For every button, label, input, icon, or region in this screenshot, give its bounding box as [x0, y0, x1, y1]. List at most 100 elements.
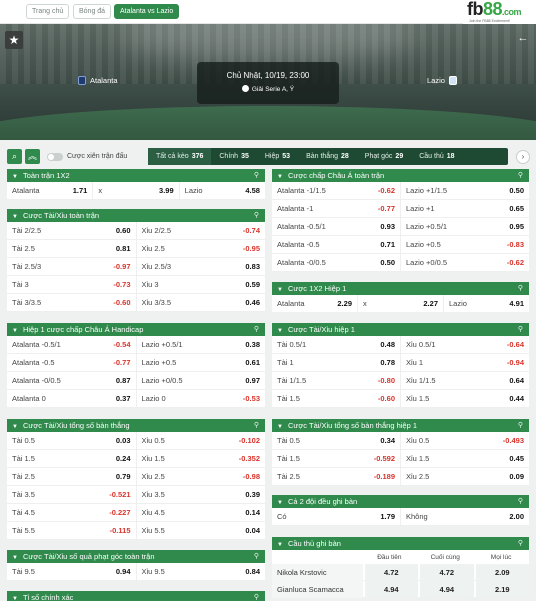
- tab-3[interactable]: Bàn thắng 28: [298, 148, 357, 165]
- odds-cell[interactable]: Atalanta -0.5 -0.77: [7, 353, 137, 372]
- odds-cell[interactable]: Xỉu 3.5 0.39: [137, 486, 266, 504]
- odds-cell[interactable]: Xỉu 1.5 0.45: [401, 450, 529, 468]
- odds-cell[interactable]: Tài 5.5 -0.115: [7, 521, 137, 540]
- odds-cell[interactable]: Tài 2.5 0.81: [7, 239, 137, 258]
- pin-icon[interactable]: ⚲: [518, 419, 523, 432]
- breadcrumb-home[interactable]: Trang chủ: [26, 4, 70, 19]
- odds-cell[interactable]: Lazio +0.5 0.61: [137, 354, 266, 372]
- odds-cell[interactable]: Tài 1.5 -0.60: [272, 389, 401, 408]
- odds-cell[interactable]: Atalanta 0 0.37: [7, 389, 137, 408]
- odds-cell[interactable]: 2.19: [475, 580, 530, 598]
- odds-cell[interactable]: Xỉu 0.5 -0.493: [401, 432, 529, 450]
- odds-cell[interactable]: Xỉu 1.5 0.44: [401, 390, 529, 408]
- odds-cell[interactable]: Tài 3 -0.73: [7, 275, 137, 294]
- collapse-arrow-icon[interactable]: ▼: [12, 552, 18, 565]
- odds-cell[interactable]: Tài 2.5 -0.189: [272, 467, 401, 486]
- odds-cell[interactable]: Xỉu 9.5 0.84: [137, 563, 266, 581]
- tab-4[interactable]: Phạt góc 29: [357, 148, 411, 165]
- panel-header[interactable]: ▼ Cược Tài/Xỉu toàn trận ⚲: [7, 209, 265, 222]
- breadcrumb-match[interactable]: Atalanta vs Lazio: [114, 4, 180, 19]
- panel-header[interactable]: ▼ Tỉ số chính xác ⚲: [7, 591, 265, 601]
- odds-cell[interactable]: Tài 1/1.5 -0.80: [272, 371, 401, 390]
- tab-2[interactable]: Hiệp 53: [257, 148, 298, 165]
- odds-cell[interactable]: Tài 1.5 -0.592: [272, 449, 401, 468]
- odds-cell[interactable]: Lazio +0.5/1 0.38: [137, 336, 266, 354]
- odds-cell[interactable]: Tài 1.5 0.24: [7, 449, 137, 468]
- odds-cell[interactable]: Atalanta -1 -0.77: [272, 199, 401, 218]
- odds-cell[interactable]: Tài 2.5/3 -0.97: [7, 257, 137, 276]
- parlay-toggle[interactable]: Cược xiên trận đấu: [47, 149, 127, 164]
- odds-cell[interactable]: Lazio 0 -0.53: [137, 390, 266, 408]
- panel-header[interactable]: ▼ Hiệp 1 cược chấp Châu Á Handicap ⚲: [7, 323, 265, 336]
- odds-cell[interactable]: Lazio +0/0.5 -0.62: [401, 254, 529, 272]
- collapse-arrow-icon[interactable]: ▼: [277, 325, 283, 338]
- odds-cell[interactable]: Lazio +0.5/1 0.95: [401, 218, 529, 236]
- odds-cell[interactable]: Lazio +1 0.65: [401, 200, 529, 218]
- odds-cell[interactable]: Tài 4.5 -0.227: [7, 503, 137, 522]
- toggle-switch[interactable]: [47, 152, 63, 161]
- collapse-arrow-icon[interactable]: ▼: [277, 497, 283, 510]
- odds-cell[interactable]: Xỉu 2.5 -0.95: [137, 240, 266, 258]
- collapse-arrow-icon[interactable]: ▼: [277, 421, 283, 434]
- odds-cell[interactable]: Atalanta 2.29: [272, 294, 358, 313]
- odds-cell[interactable]: Tài 2.5 0.79: [7, 467, 137, 486]
- collapse-all-icon[interactable]: ︽: [25, 149, 40, 164]
- odds-cell[interactable]: Xỉu 2.5 0.09: [401, 468, 529, 486]
- tab-1[interactable]: Chính 35: [211, 148, 256, 165]
- odds-cell[interactable]: Lazio 4.91: [444, 295, 529, 313]
- panel-header[interactable]: ▼ Toàn trận 1X2 ⚲: [7, 169, 265, 182]
- odds-cell[interactable]: Xỉu 5.5 0.04: [137, 522, 266, 540]
- odds-cell[interactable]: Xỉu 4.5 0.14: [137, 504, 266, 522]
- panel-header[interactable]: ▼ Cược Tài/Xỉu số quả phạt góc toàn trận ⚲: [7, 550, 265, 563]
- odds-cell[interactable]: Atalanta -1/1.5 -0.62: [272, 181, 401, 200]
- breadcrumb-football[interactable]: Bóng đá: [73, 4, 112, 19]
- odds-cell[interactable]: 4.72: [364, 563, 419, 581]
- odds-cell[interactable]: Có 1.79: [272, 507, 401, 526]
- odds-cell[interactable]: Xỉu 2/2.5 -0.74: [137, 222, 266, 240]
- pin-icon[interactable]: ⚲: [254, 419, 259, 432]
- pin-icon[interactable]: ⚲: [254, 591, 259, 601]
- brand-logo[interactable]: fb88.com Join the FB88 Excitement!: [463, 0, 536, 26]
- pin-icon[interactable]: ⚲: [254, 323, 259, 336]
- panel-header[interactable]: ▼ Cầu thủ ghi bàn ⚲: [272, 537, 529, 550]
- odds-cell[interactable]: Tài 9.5 0.94: [7, 562, 137, 581]
- odds-cell[interactable]: Tài 1 0.78: [272, 353, 401, 372]
- odds-cell[interactable]: Atalanta -0/0.5 0.87: [7, 371, 137, 390]
- chevron-right-icon[interactable]: ›: [516, 150, 530, 164]
- odds-cell[interactable]: Atalanta 1.71: [7, 181, 94, 200]
- collapse-arrow-icon[interactable]: ▼: [12, 421, 18, 434]
- odds-cell[interactable]: Tài 3/3.5 -0.60: [7, 293, 137, 312]
- pin-icon[interactable]: ⚲: [518, 169, 523, 182]
- pin-icon[interactable]: ⚲: [518, 537, 523, 550]
- pin-icon[interactable]: ⚲: [254, 169, 259, 182]
- panel-header[interactable]: ▼ Cược Tài/Xỉu hiệp 1 ⚲: [272, 323, 529, 336]
- pin-icon[interactable]: ⚲: [518, 282, 523, 295]
- odds-cell[interactable]: Tài 0.5 0.03: [7, 431, 137, 450]
- favorite-star-icon[interactable]: ★: [5, 31, 23, 49]
- odds-cell[interactable]: Xỉu 0.5/1 -0.64: [401, 336, 529, 354]
- pin-icon[interactable]: ⚲: [518, 495, 523, 508]
- pin-icon[interactable]: ⚲: [518, 323, 523, 336]
- odds-cell[interactable]: Xỉu 3/3.5 0.46: [137, 294, 266, 312]
- panel-header[interactable]: ▼ Cược Tài/Xỉu tổng số bàn thắng ⚲: [7, 419, 265, 432]
- pin-icon[interactable]: ⚲: [254, 550, 259, 563]
- collapse-arrow-icon[interactable]: ▼: [277, 171, 283, 184]
- panel-header[interactable]: ▼ Cược chấp Châu Á toàn trận ⚲: [272, 169, 529, 182]
- odds-cell[interactable]: Atalanta -0/0.5 0.50: [272, 253, 401, 272]
- odds-cell[interactable]: Tài 3.5 -0.521: [7, 485, 137, 504]
- odds-cell[interactable]: Atalanta -0.5/1 0.93: [272, 217, 401, 236]
- odds-cell[interactable]: 2.09: [475, 563, 530, 581]
- odds-cell[interactable]: Xỉu 0.5 -0.102: [137, 432, 266, 450]
- odds-cell[interactable]: Tài 0.5/1 0.48: [272, 335, 401, 354]
- collapse-arrow-icon[interactable]: ▼: [12, 593, 18, 601]
- panel-header[interactable]: ▼ Cược 1X2 Hiệp 1 ⚲: [272, 282, 529, 295]
- odds-cell[interactable]: 4.72: [420, 563, 474, 581]
- collapse-arrow-icon[interactable]: ▼: [12, 211, 18, 224]
- odds-cell[interactable]: 4.94: [420, 580, 474, 598]
- collapse-arrow-icon[interactable]: ▼: [12, 325, 18, 338]
- odds-cell[interactable]: Atalanta -0.5/1 -0.54: [7, 335, 137, 354]
- search-icon[interactable]: ⌕: [7, 149, 22, 164]
- odds-cell[interactable]: Lazio +0.5 -0.83: [401, 236, 529, 254]
- odds-cell[interactable]: Lazio +0/0.5 0.97: [137, 372, 266, 390]
- collapse-arrow-icon[interactable]: ▼: [277, 539, 283, 552]
